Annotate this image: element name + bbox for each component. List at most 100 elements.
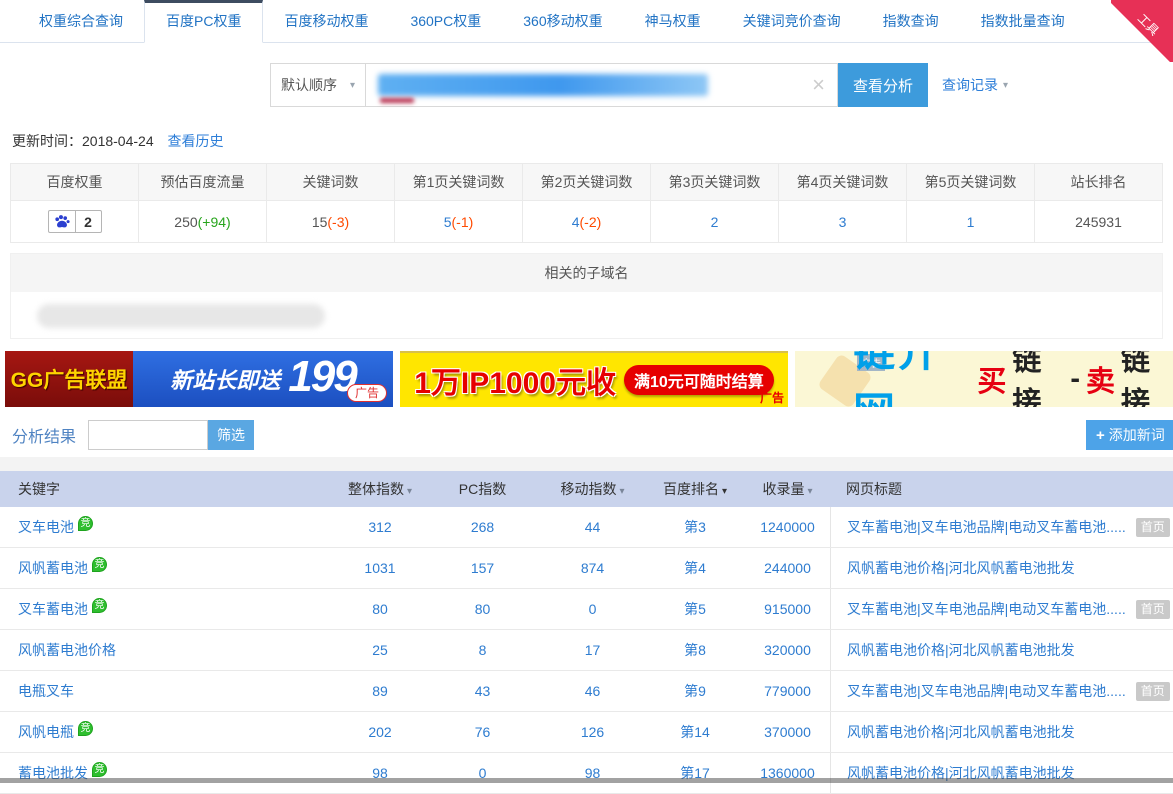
sort-arrow-icon: ▾ [722,486,727,497]
chinaz-rank-value: 245931 [1075,214,1122,230]
pc-index-value: 76 [425,724,540,740]
sort-arrow-icon: ▾ [619,486,624,497]
overall-index-value: 89 [335,683,425,699]
top-tab-bar: 权重综合查询 百度PC权重 百度移动权重 360PC权重 360移动权重 神马权… [0,0,1173,43]
plus-icon: + [1096,427,1105,444]
mobile-index-value: 46 [540,683,645,699]
keyword-link[interactable]: 电瓶叉车 [18,683,74,699]
update-time-date: 2018-04-24 [82,133,154,149]
page-title-link[interactable]: 叉车蓄电池|叉车电池品牌|电动叉车蓄电池..... [847,681,1126,701]
page-title-link[interactable]: 叉车蓄电池|叉车电池品牌|电动叉车蓄电池..... [847,599,1126,619]
domain-search-input[interactable]: × [366,63,838,107]
stats-header-page1: 第1页关键词数 [395,164,523,201]
ad-banner-lianjie[interactable]: 广告 链介网 买链接-卖链接 [795,351,1173,407]
clear-input-icon[interactable]: × [812,72,825,98]
ad-banner-gg-union[interactable]: GG广告联盟 新站长即送 199 广告 [5,351,393,407]
stats-header-page3: 第3页关键词数 [651,164,779,201]
ad-gg-text: 新站长即送 [170,363,280,395]
col-indexed-volume[interactable]: 收录量▾ [745,479,830,499]
tab-360-pc-weight[interactable]: 360PC权重 [389,0,502,42]
page2-value: 4 [572,214,580,230]
keyword-link[interactable]: 风帆电瓶 [18,724,74,740]
stats-header-page2: 第2页关键词数 [523,164,651,201]
ad-ip-text: 1万IP1000元收 [414,358,616,402]
stats-header-page5: 第5页关键词数 [907,164,1035,201]
corner-ribbon[interactable]: 工具 [1111,0,1173,62]
ad-tag-badge: 广告 [347,384,387,402]
view-history-link[interactable]: 查看历史 [168,133,224,149]
home-page-badge: 首页 [1136,518,1170,537]
page2-delta: (-2) [580,214,602,230]
bid-icon: 竞 [78,516,93,531]
mobile-index-value: 874 [540,560,645,576]
tab-index-batch-query[interactable]: 指数批量查询 [960,0,1086,42]
analyze-button[interactable]: 查看分析 [838,63,928,107]
page5-value: 1 [967,214,975,230]
baidu-weight-badge[interactable]: 2 [48,210,102,233]
bid-icon: 竞 [78,721,93,736]
tab-baidu-mobile-weight[interactable]: 百度移动权重 [263,0,389,42]
indexed-volume-value: 244000 [745,560,830,576]
censored-subdomain-link[interactable] [37,304,325,328]
bottom-overlay-strip [0,778,1173,783]
home-page-badge: 首页 [1136,600,1170,619]
keywords-value: 15 [312,214,328,230]
table-row: 风帆蓄电池价格 25 8 17 第8 320000 风帆蓄电池价格|河北风帆蓄电… [0,630,1173,671]
page4-value: 3 [839,214,847,230]
filter-button[interactable]: 筛选 [208,420,254,450]
indexed-volume-value: 320000 [745,642,830,658]
query-history-link[interactable]: 查询记录 ▾ [942,75,1008,95]
indexed-volume-value: 915000 [745,601,830,617]
tab-index-query[interactable]: 指数查询 [862,0,960,42]
ad-gg-offer-panel: 新站长即送 199 广告 [133,351,393,407]
traffic-value: 250 [174,214,197,230]
add-new-keyword-button[interactable]: + 添加新词 [1086,420,1173,450]
page-title-link[interactable]: 风帆蓄电池价格|河北风帆蓄电池批发 [847,558,1075,578]
page1-value: 5 [444,214,452,230]
subdomain-header: 相关的子域名 [11,254,1162,292]
baidu-weight-value: 2 [76,214,101,230]
sort-arrow-icon: ▾ [407,486,412,497]
analysis-result-label: 分析结果 [12,423,76,447]
search-bar: 默认顺序 ▾ × 查看分析 查询记录 ▾ [270,63,1173,107]
keyword-link[interactable]: 风帆蓄电池价格 [18,642,116,658]
page-title-link[interactable]: 风帆蓄电池价格|河北风帆蓄电池批发 [847,722,1075,742]
stats-header-page4: 第4页关键词数 [779,164,907,201]
subdomain-section: 相关的子域名 [10,253,1163,339]
stats-header-baidu-weight: 百度权重 [11,164,139,201]
col-baidu-rank[interactable]: 百度排名▾ [645,479,745,499]
caret-down-icon: ▾ [350,80,355,91]
ad-ip-pill: 满10元可随时结算 [624,365,774,395]
col-volume-label: 收录量 [762,481,804,497]
keyword-link[interactable]: 叉车电池 [18,519,74,535]
col-overall-index[interactable]: 整体指数▾ [335,479,425,499]
pc-index-value: 43 [425,683,540,699]
sort-arrow-icon: ▾ [807,486,812,497]
baidu-rank-value: 第8 [645,640,745,660]
tab-360-mobile-weight[interactable]: 360移动权重 [502,0,623,42]
stats-header-row: 百度权重 预估百度流量 关键词数 第1页关键词数 第2页关键词数 第3页关键词数… [11,164,1163,201]
col-rank-label: 百度排名 [663,481,719,497]
baidu-rank-value: 第9 [645,681,745,701]
ad-banner-ip-offer[interactable]: 1万IP1000元收 满10元可随时结算 广告 [400,351,788,407]
col-overall-label: 整体指数 [348,481,404,497]
ad-banner-row: GG广告联盟 新站长即送 199 广告 1万IP1000元收 满10元可随时结算… [5,351,1173,407]
tab-keyword-bid-query[interactable]: 关键词竞价查询 [722,0,862,42]
page3-value: 2 [711,214,719,230]
filter-keyword-input[interactable] [88,420,208,450]
section-divider [0,457,1173,471]
tab-shenma-weight[interactable]: 神马权重 [624,0,722,42]
col-mobile-label: 移动指数 [560,481,616,497]
baidu-rank-value: 第4 [645,558,745,578]
page-title-link[interactable]: 叉车蓄电池|叉车电池品牌|电动叉车蓄电池..... [847,517,1126,537]
sort-order-select[interactable]: 默认顺序 ▾ [270,63,366,107]
col-mobile-index[interactable]: 移动指数▾ [540,479,645,499]
keyword-link[interactable]: 风帆蓄电池 [18,560,88,576]
keyword-link[interactable]: 叉车蓄电池 [18,601,88,617]
page-title-link[interactable]: 风帆蓄电池价格|河北风帆蓄电池批发 [847,640,1075,660]
weight-stats-table: 百度权重 预估百度流量 关键词数 第1页关键词数 第2页关键词数 第3页关键词数… [10,163,1163,243]
tab-baidu-pc-weight[interactable]: 百度PC权重 [144,0,263,43]
ad-tag-badge: 广告 [760,389,784,406]
baidu-rank-value: 第5 [645,599,745,619]
tab-overall-weight[interactable]: 权重综合查询 [18,0,144,42]
